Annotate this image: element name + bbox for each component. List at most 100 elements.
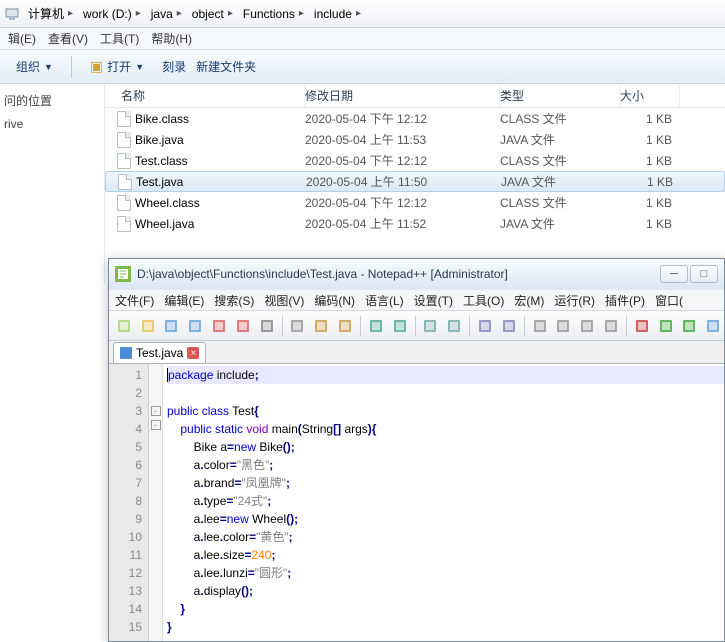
file-name: Test.java [136, 175, 183, 189]
indent-icon[interactable] [576, 315, 598, 337]
file-size: 1 KB [620, 196, 680, 210]
find-icon[interactable] [420, 315, 442, 337]
replace-icon[interactable] [443, 315, 465, 337]
menu-item[interactable]: 设置(T) [414, 292, 453, 309]
zoomout-icon[interactable] [498, 315, 520, 337]
closeall-icon[interactable] [232, 315, 254, 337]
saverec-icon[interactable] [702, 315, 724, 337]
breadcrumb-segment[interactable]: include▸ [308, 3, 365, 25]
playm-icon[interactable] [678, 315, 700, 337]
menu-item[interactable]: 编辑(E) [164, 292, 204, 309]
nav-pane[interactable]: 问的位置 rive [0, 84, 105, 284]
save-icon[interactable] [161, 315, 183, 337]
wrap-icon[interactable] [529, 315, 551, 337]
tab-label: Test.java [136, 346, 183, 360]
file-row[interactable]: Wheel.java2020-05-04 上午 11:52JAVA 文件1 KB [105, 213, 725, 234]
npp-menubar[interactable]: 文件(F) 编辑(E) 搜索(S) 视图(V) 编码(N) 语言(L) 设置(T) 工具(O)… [109, 289, 724, 311]
saveall-icon[interactable] [184, 315, 206, 337]
file-type: JAVA 文件 [500, 131, 620, 148]
undo-icon[interactable] [365, 315, 387, 337]
file-icon [117, 132, 131, 148]
allchars-icon[interactable] [552, 315, 574, 337]
breadcrumb-segment[interactable]: 计算机▸ [22, 3, 77, 25]
fold-icon[interactable] [600, 315, 622, 337]
explorer-menubar[interactable]: 辑(E) 查看(V) 工具(T) 帮助(H) [0, 28, 725, 50]
fold-margin[interactable]: -- [149, 364, 163, 641]
fold-toggle[interactable]: - [151, 406, 161, 416]
open-icon[interactable] [137, 315, 159, 337]
breadcrumb-segment[interactable]: java▸ [145, 3, 186, 25]
menu-item[interactable]: 搜索(S) [214, 292, 254, 309]
nav-recent[interactable]: 问的位置 [0, 92, 104, 109]
npp-toolbar[interactable] [109, 311, 724, 341]
menu-item[interactable]: 宏(M) [514, 292, 544, 309]
close-tab-icon[interactable]: × [187, 347, 199, 359]
tab-bar[interactable]: Test.java × [109, 341, 724, 364]
maximize-button[interactable]: □ [690, 265, 718, 283]
menu-item[interactable]: 窗口( [655, 292, 683, 309]
code-area[interactable]: package include; public class Test{ publ… [163, 364, 724, 641]
address-bar[interactable]: 计算机▸work (D:)▸java▸object▸Functions▸incl… [0, 0, 725, 28]
column-headers[interactable]: 名称 修改日期 类型 大小 [105, 84, 725, 108]
code-editor[interactable]: 123456789101112131415 -- package include… [109, 364, 724, 641]
tab-test-java[interactable]: Test.java × [113, 342, 206, 363]
open-button[interactable]: ▣打开▼ [82, 56, 152, 77]
file-icon [117, 195, 131, 211]
col-name[interactable]: 名称 [105, 84, 305, 107]
file-size: 1 KB [620, 133, 680, 147]
fold-toggle[interactable]: - [151, 420, 161, 430]
file-date: 2020-05-04 上午 11:52 [305, 215, 500, 232]
print-icon[interactable] [256, 315, 278, 337]
menu-item[interactable]: 工具(O) [463, 292, 504, 309]
play-icon[interactable] [655, 315, 677, 337]
menu-item[interactable]: 查看(V) [48, 30, 88, 47]
zoomin-icon[interactable] [474, 315, 496, 337]
separator [469, 316, 470, 336]
file-row[interactable]: Bike.class2020-05-04 下午 12:12CLASS 文件1 K… [105, 108, 725, 129]
separator [626, 316, 627, 336]
separator [415, 316, 416, 336]
file-size: 1 KB [620, 154, 680, 168]
file-icon [118, 174, 132, 190]
app-icon [115, 266, 131, 282]
menu-item[interactable]: 插件(P) [605, 292, 645, 309]
organize-button[interactable]: 组织▼ [8, 56, 61, 77]
document-icon [120, 347, 132, 359]
menu-item[interactable]: 工具(T) [100, 30, 139, 47]
file-row[interactable]: Bike.java2020-05-04 上午 11:53JAVA 文件1 KB [105, 129, 725, 150]
menu-item[interactable]: 视图(V) [264, 292, 304, 309]
close-icon[interactable] [208, 315, 230, 337]
rec-icon[interactable] [631, 315, 653, 337]
col-size[interactable]: 大小 [620, 84, 680, 107]
col-date[interactable]: 修改日期 [305, 84, 500, 107]
copy-icon[interactable] [310, 315, 332, 337]
separator [360, 316, 361, 336]
burn-button[interactable]: 刻录 [162, 58, 186, 75]
col-type[interactable]: 类型 [500, 84, 620, 107]
breadcrumb-label: Functions [243, 7, 295, 21]
breadcrumb-segment[interactable]: Functions▸ [237, 3, 308, 25]
file-list[interactable]: 名称 修改日期 类型 大小 Bike.class2020-05-04 下午 12… [105, 84, 725, 284]
file-row[interactable]: Test.java2020-05-04 上午 11:50JAVA 文件1 KB [105, 171, 725, 192]
menu-item[interactable]: 编码(N) [314, 292, 355, 309]
redo-icon[interactable] [389, 315, 411, 337]
menu-item[interactable]: 语言(L) [365, 292, 404, 309]
new-icon[interactable] [113, 315, 135, 337]
divider [71, 56, 72, 78]
breadcrumb-label: include [314, 7, 352, 21]
menu-item[interactable]: 帮助(H) [151, 30, 192, 47]
breadcrumb-segment[interactable]: work (D:)▸ [77, 3, 145, 25]
breadcrumb-segment[interactable]: object▸ [186, 3, 237, 25]
menu-item[interactable]: 文件(F) [115, 292, 154, 309]
menu-item[interactable]: 辑(E) [8, 30, 36, 47]
file-name: Wheel.java [135, 217, 194, 231]
new-folder-button[interactable]: 新建文件夹 [196, 58, 256, 75]
file-row[interactable]: Test.class2020-05-04 下午 12:12CLASS 文件1 K… [105, 150, 725, 171]
cut-icon[interactable] [287, 315, 309, 337]
paste-icon[interactable] [334, 315, 356, 337]
titlebar[interactable]: D:\java\object\Functions\include\Test.ja… [109, 259, 724, 289]
nav-drive[interactable]: rive [0, 117, 104, 131]
minimize-button[interactable]: ─ [660, 265, 688, 283]
file-row[interactable]: Wheel.class2020-05-04 下午 12:12CLASS 文件1 … [105, 192, 725, 213]
menu-item[interactable]: 运行(R) [554, 292, 595, 309]
